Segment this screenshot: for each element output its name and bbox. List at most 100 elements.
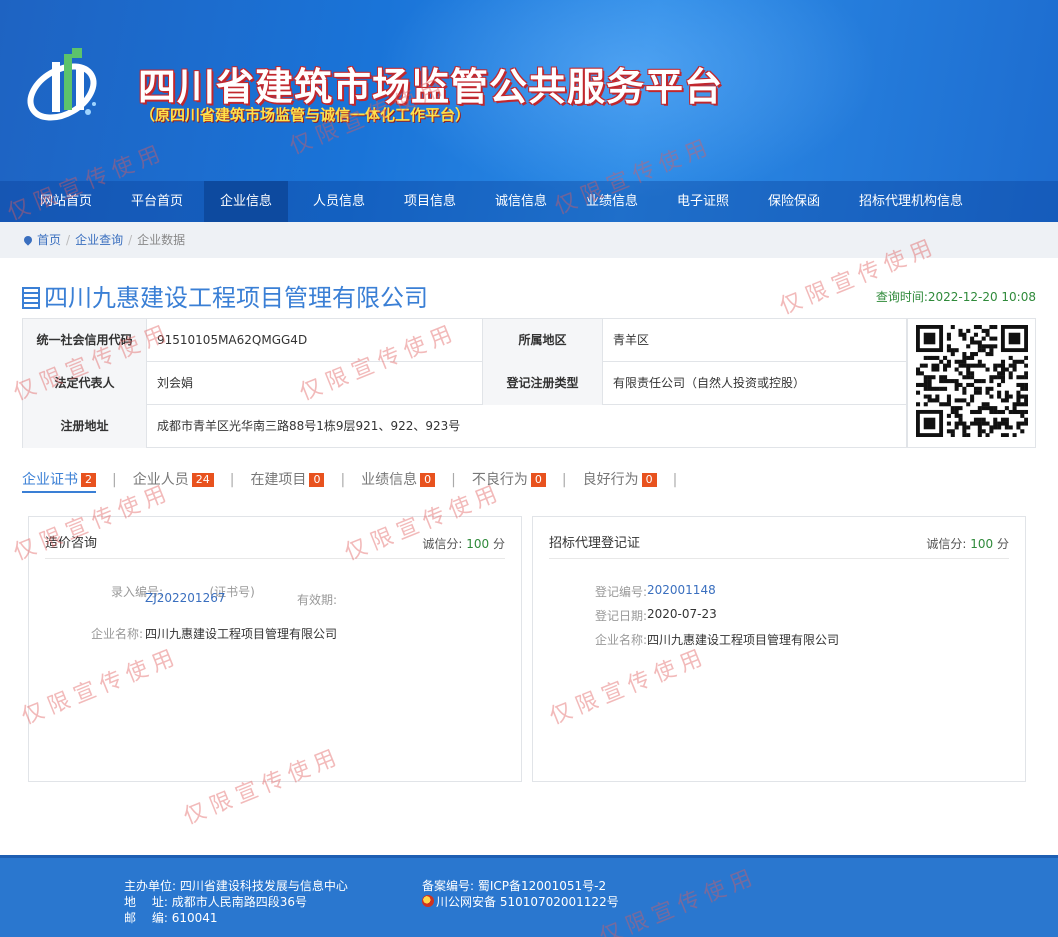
score-label: 诚信分: xyxy=(422,537,463,551)
address-value: 成都市青羊区光华南三路88号1栋9层921、922、923号 xyxy=(147,405,907,448)
company-label: 企业名称: xyxy=(594,633,647,647)
tab-performance[interactable]: 业绩信息 0 xyxy=(361,469,436,489)
tab-separator: | xyxy=(112,472,117,488)
page-title: 四川九惠建设工程项目管理有限公司 xyxy=(22,278,428,313)
reg-date-label: 登记日期: xyxy=(594,609,647,623)
card-header: 招标代理登记证 诚信分: 100 分 xyxy=(549,529,1009,559)
tab-good-behavior[interactable]: 良好行为 0 xyxy=(583,469,657,489)
footer-icp-label: 备案编号: xyxy=(422,879,475,893)
query-time: 查询时间:2022-12-20 10:08 xyxy=(875,290,1036,304)
reg-no-value[interactable]: 202001148 xyxy=(647,583,716,597)
tab-label: 企业证书 xyxy=(22,472,78,488)
card-header: 造价咨询 诚信分: 100 分 xyxy=(45,529,505,559)
site-title: 四川省建筑市场监管公共服务平台 xyxy=(138,64,724,109)
tab-bad-behavior[interactable]: 不良行为 0 xyxy=(472,469,546,489)
credit-score: 诚信分: 100 分 xyxy=(422,529,505,559)
nav-item-insurance[interactable]: 保险保函 xyxy=(752,181,836,222)
page-root: 四川省建筑市场监管公共服务平台 （原四川省建筑市场监管与诚信一体化工作平台） 网… xyxy=(0,0,1058,937)
footer-address: 地 址: 成都市人民南路四段36号 xyxy=(124,894,348,910)
nav-item-personnel[interactable]: 人员信息 xyxy=(297,181,381,222)
footer-police-value: 川公网安备 51010702001122号 xyxy=(436,895,619,909)
legal-rep-label: 法定代表人 xyxy=(23,362,147,405)
tab-label: 企业人员 xyxy=(132,472,189,488)
tab-label: 不良行为 xyxy=(471,472,528,488)
info-row: 注册地址 成都市青羊区光华南三路88号1栋9层921、922、923号 xyxy=(23,405,907,448)
nav-item-home[interactable]: 网站首页 xyxy=(22,181,110,222)
detail-tabs: 企业证书 2 | 企业人员 24 | 在建项目 0 | 业绩信息 0 | 不良行为 0 | 良好行为 0 | xyxy=(22,469,693,493)
footer-icp[interactable]: 备案编号: 蜀ICP备12001051号-2 xyxy=(422,878,619,894)
site-header: 四川省建筑市场监管公共服务平台 （原四川省建筑市场监管与诚信一体化工作平台） 网… xyxy=(0,0,1058,222)
credit-score: 诚信分: 100 分 xyxy=(926,529,1009,559)
footer-zip-label: 邮 编: xyxy=(124,911,168,925)
info-row: 统一社会信用代码 91510105MA62QMGG4D 所属地区 青羊区 xyxy=(23,319,907,362)
footer-address-label: 地 址: xyxy=(124,895,168,909)
footer-address-value: 成都市人民南路四段36号 xyxy=(171,895,307,909)
tab-certificates[interactable]: 企业证书 2 xyxy=(22,469,96,493)
address-label: 注册地址 xyxy=(23,405,147,448)
entry-no-value[interactable]: ZJ202201267 xyxy=(145,591,225,605)
footer-host: 主办单位: 四川省建设科技发展与信息中心 xyxy=(124,878,348,894)
footer-icp-value: 蜀ICP备12001051号-2 xyxy=(477,879,607,893)
tab-separator: | xyxy=(672,472,678,488)
count-badge: 24 xyxy=(191,473,214,487)
tab-personnel[interactable]: 企业人员 24 xyxy=(133,469,214,489)
count-badge: 0 xyxy=(309,473,325,487)
main-nav: 网站首页 平台首页 企业信息 人员信息 项目信息 诚信信息 业绩信息 电子证照 … xyxy=(0,181,1058,222)
validity-label: 有效期: xyxy=(297,593,338,607)
count-badge: 2 xyxy=(81,473,96,487)
building-icon xyxy=(22,287,40,309)
breadcrumb-separator: / xyxy=(128,233,133,247)
tab-label: 在建项目 xyxy=(250,472,307,488)
certificate-card-cost-consulting: 造价咨询 诚信分: 100 分 录入编号: (证书号) ZJ202201267 … xyxy=(28,516,522,782)
company-label: 企业名称: xyxy=(90,627,143,641)
nav-item-projects[interactable]: 项目信息 xyxy=(388,181,472,222)
footer-zip-value: 610041 xyxy=(171,911,218,925)
qr-code-area xyxy=(907,319,1035,447)
company-name: 四川九惠建设工程项目管理有限公司 xyxy=(44,284,428,312)
region-value: 青羊区 xyxy=(603,319,907,362)
tab-separator: | xyxy=(561,472,567,488)
legal-rep-value: 刘会娟 xyxy=(147,362,483,405)
police-badge-icon xyxy=(422,895,434,907)
card-title: 造价咨询 xyxy=(45,536,98,551)
tab-ongoing-projects[interactable]: 在建项目 0 xyxy=(250,469,325,489)
certificate-card-bidding-agency: 招标代理登记证 诚信分: 100 分 登记编号: 202001148 登记日期:… xyxy=(532,516,1026,782)
reg-date-value: 2020-07-23 xyxy=(647,607,717,621)
footer-zip: 邮 编: 610041 xyxy=(124,910,348,926)
score-value: 100 xyxy=(970,537,994,551)
qr-code-icon xyxy=(916,325,1028,437)
count-badge: 0 xyxy=(530,473,546,487)
breadcrumb-home[interactable]: 首页 xyxy=(37,233,61,247)
breadcrumb-enterprise-query[interactable]: 企业查询 xyxy=(75,233,123,247)
company-value: 四川九惠建设工程项目管理有限公司 xyxy=(145,627,338,641)
footer-registration: 备案编号: 蜀ICP备12001051号-2 川公网安备 51010702001… xyxy=(422,878,619,910)
site-logo-icon[interactable] xyxy=(22,42,112,132)
tab-separator: | xyxy=(340,472,346,488)
footer-host-label: 主办单位: xyxy=(124,879,177,893)
score-unit: 分 xyxy=(996,537,1009,551)
footer-contact: 主办单位: 四川省建设科技发展与信息中心 地 址: 成都市人民南路四段36号 邮… xyxy=(124,878,348,926)
count-badge: 0 xyxy=(420,473,436,487)
nav-item-performance[interactable]: 业绩信息 xyxy=(570,181,654,222)
tab-separator: | xyxy=(229,472,235,488)
tab-separator: | xyxy=(451,472,456,488)
footer-police[interactable]: 川公网安备 51010702001122号 xyxy=(422,894,619,910)
info-row: 法定代表人 刘会娟 登记注册类型 有限责任公司（自然人投资或控股） xyxy=(23,362,907,405)
nav-item-e-license[interactable]: 电子证照 xyxy=(661,181,745,222)
reg-no-label: 登记编号: xyxy=(594,585,647,599)
site-footer: 主办单位: 四川省建设科技发展与信息中心 地 址: 成都市人民南路四段36号 邮… xyxy=(0,855,1058,937)
tab-label: 良好行为 xyxy=(582,472,639,488)
reg-type-value: 有限责任公司（自然人投资或控股） xyxy=(603,362,907,405)
card-title: 招标代理登记证 xyxy=(549,536,641,551)
reg-type-label: 登记注册类型 xyxy=(483,362,603,405)
nav-item-credit[interactable]: 诚信信息 xyxy=(479,181,563,222)
company-info-table: 统一社会信用代码 91510105MA62QMGG4D 所属地区 青羊区 法定代… xyxy=(22,318,1036,448)
score-value: 100 xyxy=(466,537,490,551)
site-subtitle: （原四川省建筑市场监管与诚信一体化工作平台） xyxy=(140,106,471,124)
nav-item-platform-home[interactable]: 平台首页 xyxy=(113,181,201,222)
credit-code-value: 91510105MA62QMGG4D xyxy=(147,319,483,362)
nav-item-enterprise[interactable]: 企业信息 xyxy=(204,181,288,222)
location-pin-icon xyxy=(22,234,34,246)
nav-item-bidding-agency[interactable]: 招标代理机构信息 xyxy=(846,181,976,222)
breadcrumb-separator: / xyxy=(66,233,71,247)
